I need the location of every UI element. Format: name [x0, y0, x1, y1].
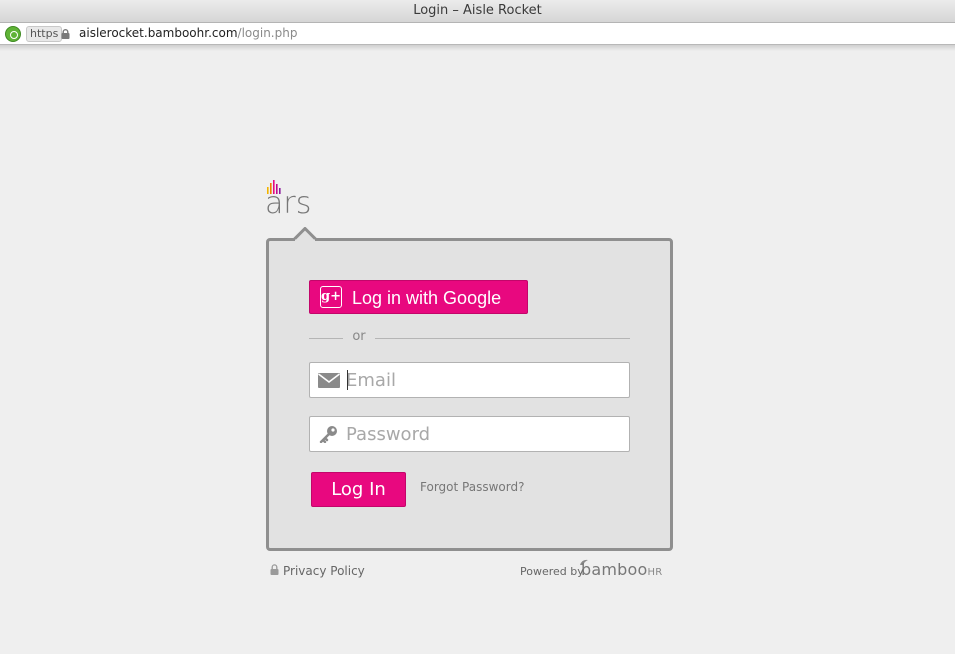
google-login-button[interactable]: g+ Log in with Google	[309, 280, 528, 314]
key-icon	[319, 426, 337, 443]
window-title: Login – Aisle Rocket	[413, 3, 542, 18]
forgot-password-link[interactable]: Forgot Password?	[420, 480, 524, 494]
logo-text: ars	[265, 186, 312, 221]
password-field[interactable]	[309, 416, 630, 452]
powered-by[interactable]: Powered by bambooHR	[520, 559, 675, 581]
toolbar-shadow	[0, 45, 955, 51]
lock-icon	[270, 564, 279, 575]
email-input[interactable]	[346, 363, 626, 397]
card-pointer	[293, 227, 317, 241]
url-path: /login.php	[237, 26, 298, 40]
https-badge: https	[26, 26, 63, 42]
divider-right	[375, 338, 630, 339]
divider-left	[309, 338, 343, 339]
window-title-bar: Login – Aisle Rocket	[0, 0, 955, 23]
url-text[interactable]: aislerocket.bamboohr.com/login.php	[79, 23, 297, 44]
divider-text: or	[352, 329, 366, 344]
company-logo: ars	[265, 180, 325, 220]
text-caret	[347, 370, 348, 390]
bamboohr-logo: bambooHR	[581, 560, 662, 579]
privacy-policy-link[interactable]: Privacy Policy	[283, 564, 365, 578]
site-identity-icon[interactable]	[5, 26, 21, 42]
bamboohr-logo-suffix: HR	[647, 567, 663, 578]
google-login-label: Log in with Google	[352, 288, 502, 308]
login-button[interactable]: Log In	[311, 472, 406, 507]
url-host: aislerocket.bamboohr.com	[79, 26, 238, 40]
bamboohr-logo-main: bamboo	[581, 560, 648, 579]
address-bar[interactable]: https aislerocket.bamboohr.com/login.php	[0, 23, 955, 45]
google-plus-icon: g+	[320, 286, 342, 308]
lock-icon	[61, 29, 70, 39]
powered-by-label: Powered by	[520, 565, 584, 578]
password-input[interactable]	[346, 417, 626, 451]
envelope-icon	[318, 373, 340, 388]
email-field[interactable]	[309, 362, 630, 398]
